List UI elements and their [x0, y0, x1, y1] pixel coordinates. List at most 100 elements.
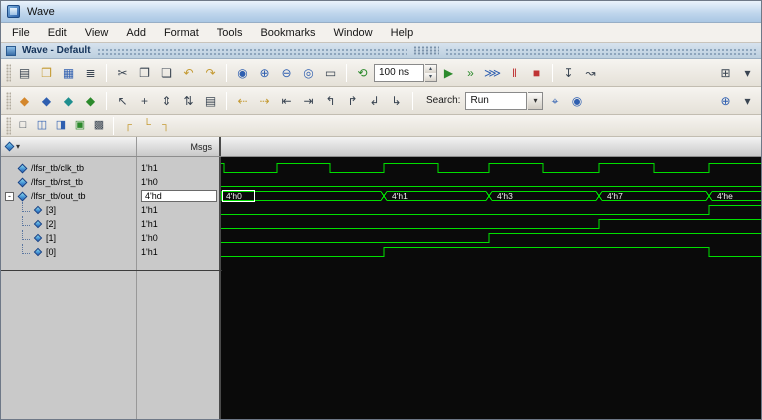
first-edge-button[interactable]: ⇤ [276, 90, 297, 111]
signals-end-line [1, 270, 222, 271]
signal-row-bit3[interactable]: [3] [1, 202, 136, 217]
values-column-header[interactable]: Msgs [137, 137, 221, 156]
run-all-button[interactable]: ⋙ [482, 62, 503, 83]
signal-row-bit2[interactable]: [2] [1, 216, 136, 231]
toolbar-grip-icon[interactable] [6, 116, 11, 135]
stop-button[interactable]: ■ [526, 62, 547, 83]
paste-button[interactable]: ❏ [156, 62, 177, 83]
next-rising-edge-button[interactable]: ↱ [342, 90, 363, 111]
zoom-in-alt-button[interactable]: ⊕ [715, 90, 736, 111]
menu-format[interactable]: Format [155, 25, 208, 41]
expand-rows-button[interactable]: ⇕ [156, 90, 177, 111]
titlebar[interactable]: Wave [1, 1, 761, 23]
group-add-button[interactable]: └ [138, 117, 156, 134]
chevron-down-icon[interactable]: ▾ [16, 142, 20, 151]
continue-run-button[interactable]: » [460, 62, 481, 83]
search-next-button[interactable]: ◉ [566, 90, 587, 111]
toolbar-options-button[interactable]: ▾ [737, 62, 758, 83]
signal-value-bit2[interactable]: 1'h1 [137, 217, 219, 231]
select-mode-button[interactable]: ↖ [112, 90, 133, 111]
run-length-spinner: ▴ ▾ [425, 63, 437, 82]
next-transition-button[interactable]: ⇢ [254, 90, 275, 111]
menu-file[interactable]: File [3, 25, 39, 41]
collapse-toggle-icon[interactable]: - [5, 191, 14, 201]
copy-button[interactable]: ❐ [134, 62, 155, 83]
signal-row-bit1[interactable]: [1] [1, 230, 136, 245]
last-edge-button[interactable]: ⇥ [298, 90, 319, 111]
find-button[interactable]: ◉ [232, 62, 253, 83]
toolbar-grip-icon[interactable] [6, 63, 11, 82]
step-button[interactable]: ↧ [558, 62, 579, 83]
menu-tools[interactable]: Tools [208, 25, 252, 41]
break-button[interactable]: ‖ [504, 62, 525, 83]
layout-button[interactable]: ⊞ [715, 62, 736, 83]
run-button[interactable]: ▶ [438, 62, 459, 83]
restart-button[interactable]: ⟲ [352, 62, 373, 83]
prev-falling-edge-button[interactable]: ↲ [364, 90, 385, 111]
names-column-header[interactable]: ▾ [1, 137, 137, 156]
new-file-button[interactable]: ▤ [14, 62, 35, 83]
cut-button[interactable]: ✂ [112, 62, 133, 83]
zoom-out-button[interactable]: ⊖ [276, 62, 297, 83]
pane-header[interactable]: Wave - Default [1, 43, 761, 59]
pane-filled-button[interactable]: ▣ [71, 117, 89, 134]
prev-transition-button[interactable]: ⇠ [232, 90, 253, 111]
signal-row-out[interactable]: - /lfsr_tb/out_tb [1, 189, 136, 203]
signal-row-clk[interactable]: /lfsr_tb/clk_tb [1, 161, 136, 175]
signal-value-rst[interactable]: 1'h0 [137, 175, 219, 189]
search-dropdown-button[interactable]: ▾ [528, 91, 544, 110]
spin-down-button[interactable]: ▾ [425, 72, 436, 81]
open-button[interactable]: ❒ [36, 62, 57, 83]
group-new-button[interactable]: ┌ [119, 117, 137, 134]
pane-right-button[interactable]: ◨ [52, 117, 70, 134]
pane-split-button[interactable]: ◫ [33, 117, 51, 134]
pane-hatched-button[interactable]: ▩ [90, 117, 108, 134]
signal-value-out[interactable]: 4'hd [137, 189, 219, 203]
signal-row-bit0[interactable]: [0] [1, 244, 136, 259]
next-falling-edge-button[interactable]: ↳ [386, 90, 407, 111]
group-remove-button[interactable]: ┐ [157, 117, 175, 134]
pane-icon [6, 45, 16, 56]
crosshair-mode-button[interactable]: + [134, 90, 155, 111]
cube-blue-button[interactable]: ◆ [36, 90, 57, 111]
search-input[interactable]: Run [465, 91, 528, 110]
signal-value-bit1[interactable]: 1'h0 [137, 231, 219, 245]
signal-value-clk[interactable]: 1'h1 [137, 161, 219, 175]
pane-plain-button[interactable]: □ [14, 117, 32, 134]
collapse-rows-button[interactable]: ⇅ [178, 90, 199, 111]
zoom-range-button[interactable]: ▭ [320, 62, 341, 83]
signal-values-column: 1'h1 1'h0 4'hd 1'h1 1'h1 1'h0 1'h1 [137, 157, 221, 419]
zoom-menu-button[interactable]: ▾ [737, 90, 758, 111]
wave-canvas[interactable]: 4'h0 4'h1 4'h3 4'h7 4'he [221, 157, 761, 419]
signal-name: [2] [46, 219, 57, 229]
wave-column-header: ▾ Msgs [1, 137, 761, 157]
zoom-in-button[interactable]: ⊕ [254, 62, 275, 83]
menu-edit[interactable]: Edit [39, 25, 76, 41]
cube-green-button[interactable]: ◆ [80, 90, 101, 111]
undo-button[interactable]: ↶ [178, 62, 199, 83]
toolbar-separator [106, 91, 107, 110]
pane-grip-icon[interactable] [413, 46, 440, 55]
run-length-field[interactable]: 100 ns [374, 63, 424, 82]
redo-button[interactable]: ↷ [200, 62, 221, 83]
prev-rising-edge-button[interactable]: ↰ [320, 90, 341, 111]
spin-up-button[interactable]: ▴ [425, 64, 436, 73]
menu-window[interactable]: Window [325, 25, 382, 41]
cube-orange-button[interactable]: ◆ [14, 90, 35, 111]
menu-add[interactable]: Add [117, 25, 155, 41]
save-button[interactable]: ▦ [58, 62, 79, 83]
signal-row-rst[interactable]: /lfsr_tb/rst_tb [1, 175, 136, 189]
menu-help[interactable]: Help [382, 25, 423, 41]
toolbar-grip-icon[interactable] [6, 91, 11, 110]
signal-value-bit3[interactable]: 1'h1 [137, 203, 219, 217]
cube-teal-button[interactable]: ◆ [58, 90, 79, 111]
signal-value-bit0[interactable]: 1'h1 [137, 245, 219, 259]
row-options-button[interactable]: ▤ [200, 90, 221, 111]
print-button[interactable]: ≣ [80, 62, 101, 83]
menu-view[interactable]: View [76, 25, 118, 41]
step-over-button[interactable]: ↝ [580, 62, 601, 83]
search-prev-button[interactable]: ⌖ [544, 90, 565, 111]
menu-bookmarks[interactable]: Bookmarks [251, 25, 324, 41]
zoom-full-button[interactable]: ◎ [298, 62, 319, 83]
toolbar-separator [552, 63, 553, 82]
